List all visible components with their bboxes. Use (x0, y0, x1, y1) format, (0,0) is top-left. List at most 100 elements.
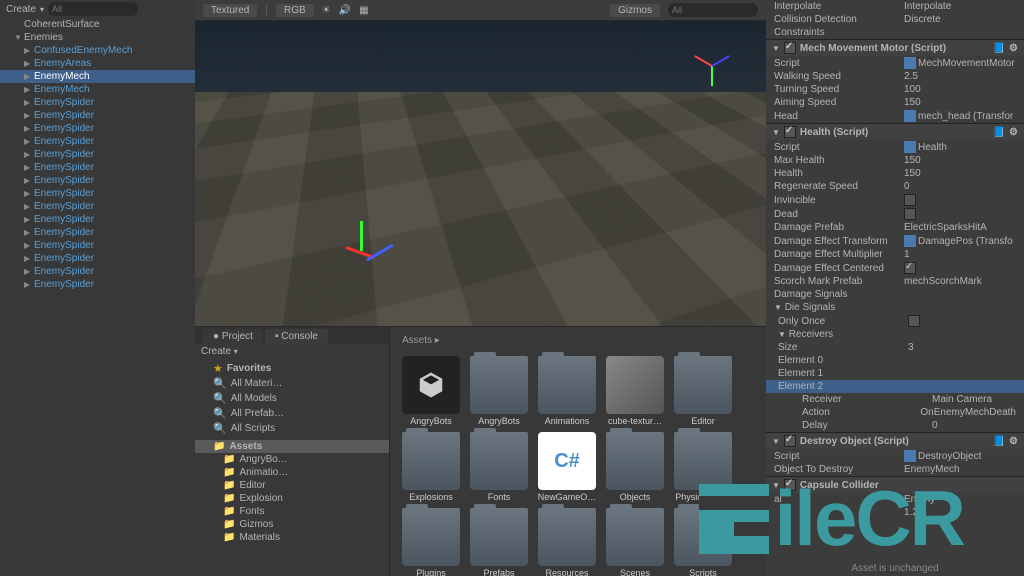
property-value[interactable]: mechScorchMark (904, 276, 1016, 287)
expand-icon[interactable]: ▶ (24, 228, 32, 237)
settings-icon[interactable]: ⚙ (1009, 43, 1018, 54)
hierarchy-item[interactable]: CoherentSurface (0, 18, 195, 31)
move-gizmo-y[interactable] (360, 221, 363, 251)
create-menu[interactable]: Create (6, 4, 36, 15)
enable-checkbox[interactable] (784, 126, 796, 138)
folder-item[interactable]: 📁Gizmos (195, 518, 389, 531)
shading-mode-dropdown[interactable]: Textured (203, 4, 257, 17)
hierarchy-item[interactable]: ▶EnemySpider (0, 252, 195, 265)
orientation-gizmo[interactable] (686, 41, 736, 91)
asset-item[interactable]: Plugins (400, 508, 462, 576)
property-value[interactable]: 150 (904, 97, 1016, 108)
enable-checkbox[interactable] (784, 479, 796, 491)
hierarchy-item[interactable]: ▶EnemySpider (0, 174, 195, 187)
audio-toggle-icon[interactable]: 🔊 (339, 5, 351, 16)
light-toggle-icon[interactable]: ☀ (322, 5, 331, 16)
fx-toggle-icon[interactable]: ▦ (359, 5, 368, 16)
favorite-search[interactable]: 🔍All Prefab… (195, 406, 389, 421)
hierarchy-item[interactable]: ▶EnemyMech (0, 70, 195, 83)
property-value[interactable]: 0 (904, 181, 1016, 192)
settings-icon[interactable]: ⚙ (1009, 436, 1018, 447)
hierarchy-item[interactable]: ▼Enemies (0, 31, 195, 44)
hierarchy-item[interactable]: ▶EnemySpider (0, 148, 195, 161)
only-once-checkbox[interactable] (908, 315, 920, 327)
asset-item[interactable]: Scenes (604, 508, 666, 576)
expand-icon[interactable]: ▶ (24, 189, 32, 198)
gizmo-x-axis[interactable] (694, 55, 712, 67)
property-value[interactable]: DamagePos (Transfo (918, 236, 1013, 247)
component-capsule-collider[interactable]: ▼ Capsule Collider (766, 476, 1024, 493)
asset-item[interactable]: PhysicMate… (672, 432, 734, 502)
help-icon[interactable]: 📘 (993, 127, 1005, 138)
asset-item[interactable]: AngryBots (400, 356, 462, 426)
gizmo-z-axis[interactable] (712, 55, 730, 67)
expand-icon[interactable]: ▼ (14, 33, 22, 42)
asset-item[interactable]: Resources (536, 508, 598, 576)
hierarchy-item[interactable]: ▶EnemySpider (0, 226, 195, 239)
favorites-header[interactable]: ★ Favorites (195, 361, 389, 376)
property-value[interactable]: 1.2 (904, 507, 1016, 518)
asset-item[interactable]: Fonts (468, 432, 530, 502)
expand-icon[interactable]: ▶ (24, 215, 32, 224)
expand-icon[interactable]: ▶ (24, 254, 32, 263)
property-value[interactable]: 2.5 (904, 71, 1016, 82)
property-value[interactable]: mech_head (Transfor (918, 111, 1013, 122)
property-value[interactable]: 0 (932, 420, 1016, 431)
property-checkbox[interactable] (904, 194, 916, 206)
settings-icon[interactable]: ⚙ (1009, 127, 1018, 138)
asset-item[interactable]: Prefabs (468, 508, 530, 576)
property-value[interactable]: OnEnemyMechDeath (920, 407, 1016, 418)
property-value[interactable]: Main Camera (932, 394, 1016, 405)
expand-icon[interactable]: ▶ (24, 46, 32, 55)
hierarchy-item[interactable]: ▶EnemySpider (0, 200, 195, 213)
asset-item[interactable]: C#NewGameO… (536, 432, 598, 502)
render-mode-dropdown[interactable]: RGB (276, 4, 314, 17)
property-value[interactable]: 150 (904, 155, 1016, 166)
hierarchy-search-input[interactable] (48, 2, 138, 16)
favorite-search[interactable]: 🔍All Scripts (195, 421, 389, 436)
property-value[interactable]: MechMovementMotor (918, 58, 1015, 69)
property-value[interactable]: EnemyMech (904, 464, 1016, 475)
component-health[interactable]: ▼ Health (Script) 📘 ⚙ (766, 123, 1024, 140)
hierarchy-item[interactable]: ▶ConfusedEnemyMech (0, 44, 195, 57)
property-value[interactable]: Interpolate (904, 1, 1016, 12)
gizmos-dropdown[interactable]: Gizmos (610, 4, 660, 17)
favorite-search[interactable]: 🔍All Materi… (195, 376, 389, 391)
help-icon[interactable]: 📘 (993, 436, 1005, 447)
component-mech-movement-motor[interactable]: ▼ Mech Movement Motor (Script) 📘 ⚙ (766, 39, 1024, 56)
folder-item[interactable]: 📁Editor (195, 479, 389, 492)
expand-icon[interactable]: ▶ (24, 111, 32, 120)
enable-checkbox[interactable] (784, 435, 796, 447)
expand-icon[interactable]: ▶ (24, 59, 32, 68)
asset-item[interactable]: Scripts (672, 508, 734, 576)
expand-icon[interactable]: ▶ (24, 124, 32, 133)
hierarchy-item[interactable]: ▶EnemySpider (0, 265, 195, 278)
property-value[interactable]: Enemy (904, 494, 1016, 505)
expand-icon[interactable]: ▶ (24, 137, 32, 146)
expand-icon[interactable]: ▶ (24, 163, 32, 172)
asset-item[interactable]: Objects (604, 432, 666, 502)
expand-icon[interactable]: ▶ (24, 98, 32, 107)
dropdown-icon[interactable]: ▾ (40, 5, 44, 14)
property-value[interactable]: 3 (908, 342, 1016, 353)
enable-checkbox[interactable] (784, 42, 796, 54)
folder-item[interactable]: 📁Animatio… (195, 466, 389, 479)
favorite-search[interactable]: 🔍All Models (195, 391, 389, 406)
asset-item[interactable]: Explosions (400, 432, 462, 502)
hierarchy-item[interactable]: ▶EnemySpider (0, 109, 195, 122)
asset-item[interactable]: Editor (672, 356, 734, 426)
property-value[interactable]: ElectricSparksHitA (904, 222, 1016, 233)
asset-item[interactable]: AngryBots (468, 356, 530, 426)
expand-icon[interactable]: ▶ (24, 150, 32, 159)
project-create-menu[interactable]: Create (201, 346, 231, 357)
expand-icon[interactable]: ▶ (24, 85, 32, 94)
hierarchy-item[interactable]: ▶EnemyAreas (0, 57, 195, 70)
property-checkbox[interactable] (904, 262, 916, 274)
property-value[interactable]: 150 (904, 168, 1016, 179)
expand-icon[interactable]: ▶ (24, 280, 32, 289)
scene-search-input[interactable] (668, 3, 758, 17)
help-icon[interactable]: 📘 (993, 43, 1005, 54)
property-value[interactable]: 100 (904, 84, 1016, 95)
asset-item[interactable]: cube-textur… (604, 356, 666, 426)
hierarchy-item[interactable]: ▶EnemySpider (0, 213, 195, 226)
